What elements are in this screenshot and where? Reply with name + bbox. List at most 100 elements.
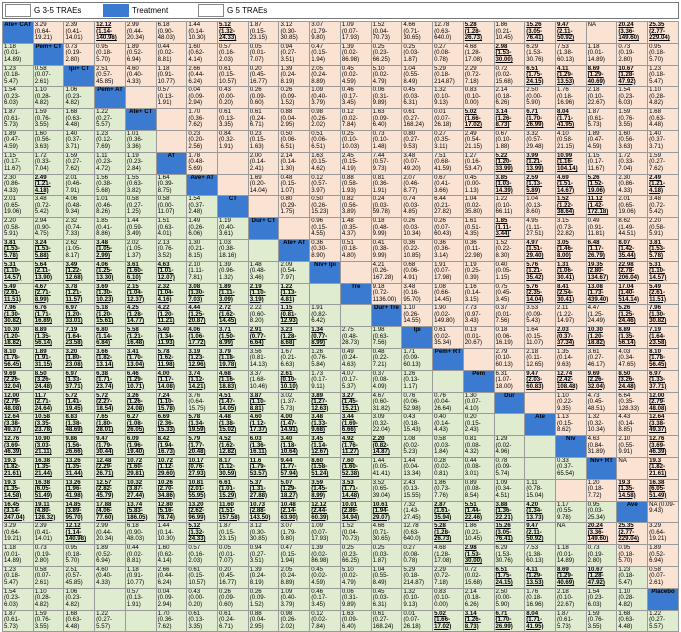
cell-18-18: 1.13 (0.15- 8.62) — [554, 413, 587, 437]
cell-19-9: 3.40 (1.18- 10.64) — [278, 435, 311, 458]
cell-11-11 — [339, 260, 372, 284]
cell-10-13: 0.36 (0.22- 10.85) — [401, 238, 434, 262]
table-row: 3.81 (1.53- 5.78) 3.24 (1.53- 5.88) 2.62 (… — [2, 238, 679, 262]
cell-13-7: 2.72 (1.62- 14.45) — [217, 304, 249, 328]
cell-11-19: 19.35 (2.80- 134.67) — [585, 260, 618, 284]
cell-27-7: 0.61 (0.24- 6.71) — [217, 609, 249, 632]
cell-1-5: 0.44 (0.02- 8.81) — [155, 42, 188, 66]
cell-14-14: 0.61 (0.02- 35.34) — [432, 326, 464, 349]
cell-17-20: 6.64 (0.35- 128.33) — [616, 391, 649, 415]
cell-18-11: 3.44 (1.69- 6.66) — [339, 413, 372, 437]
cell-14-8: 2.91 (0.77- 6.64) — [247, 326, 280, 349]
cell-25-19: 10.67 (1.28- 47.92) — [585, 565, 618, 589]
cell-20-1: 16.38 (1.35- 21.44) — [32, 456, 65, 480]
cell-23-21: 3.29 (0.64- 19.21) — [647, 522, 679, 546]
cell-2-20: 10.67 (1.28- 47.92) — [616, 64, 649, 88]
cell-9-13: 0.26 (0.03- 10.34) — [401, 217, 434, 240]
cell-1-8: 0.05 (0.01- 7.07) — [247, 42, 280, 66]
cell-4-5 — [155, 108, 188, 131]
cell-6-9: 2.14 (0.14- 1.30) — [278, 151, 311, 175]
cell-8-17: 1.04 (0.13- 8.60) — [524, 195, 556, 219]
cell-1-6: 1.60 (0.62- 4.14) — [186, 42, 219, 66]
cell-11-9: 2.09 (0.54- 7.97) — [278, 260, 311, 284]
cell-23-0: 3.29 (0.64- 19.21) — [2, 522, 34, 546]
cell-2-13: 1.04 (0.55- 8.49) — [401, 64, 434, 88]
cell-23-18: NA — [554, 522, 587, 546]
cell-8-19: 11.12 (1.42- 172.18) — [585, 195, 618, 219]
cell-26-0: 1.54 (0.23- 6.03) — [2, 587, 34, 611]
treatment-label-15: Pem — [462, 369, 495, 393]
cell-23-6: 5.12 (1.32- 24.33) — [186, 522, 219, 546]
cell-4-8: 0.61 (0.24- 6.71) — [247, 108, 280, 131]
cell-11-17: 5.76 (1.21- 35.42) — [524, 260, 556, 284]
cell-3-0: 1.54 (0.23- 6.03) — [2, 86, 34, 110]
cell-20-18: 0.33 (0.37- 65.54) — [554, 456, 587, 480]
cell-7-15: 0.45 (0.00- 1.13) — [462, 173, 495, 197]
cell-5-6: 0.23 (0.20- 2.56) — [186, 129, 219, 153]
cell-17-11: 3.27 (1.45- 15.21) — [339, 391, 372, 415]
cell-8-15: 1.04 (0.02- 35.80) — [462, 195, 495, 219]
cell-26-16: 2.50 (0.00- 5.90) — [493, 587, 526, 611]
treatment-label-5: AT — [155, 151, 188, 175]
cell-14-10: 1.34 (0.77- 8.99) — [309, 326, 341, 349]
cell-22-12: 10.61 (1.94- 29.07) — [370, 500, 403, 524]
cell-6-6: 1.78 (0.48- 5.69) — [186, 151, 219, 175]
cell-16-10: 1.73 (0.17- 9.11) — [309, 369, 341, 393]
cell-21-11: 3.53 (1.71- 14.48) — [339, 478, 372, 502]
cell-25-17: 4.11 (1.29- 13.53) — [524, 565, 556, 589]
cell-24-6: 0.57 (0.16- 2.03) — [186, 544, 219, 567]
cell-24-1: 0.73 (0.19- 2.80) — [32, 544, 65, 567]
cell-6-7 — [217, 151, 249, 175]
cell-23-4: 6.18 (0.90- 48.03) — [124, 522, 157, 546]
cell-9-19: 0.49 (0.91- 11.81) — [585, 217, 618, 240]
cell-0-1: 3.29 (0.64- 19.21) — [32, 21, 65, 44]
cell-22-13: 7.32 (1.43- 27.45) — [401, 500, 434, 524]
cell-7-21: 2.49 (1.21- 4.18) — [647, 173, 679, 197]
cell-24-16: 6.29 (1.53- 30.76) — [493, 544, 526, 567]
cell-20-3: 12.48 (2.29- 26.71) — [94, 456, 126, 480]
treatment-label-13: Ipi — [401, 326, 434, 349]
cell-15-8: 3.56 (0.81- 14.13) — [247, 347, 280, 371]
cell-7-17: 2.59 (1.13- 5.89) — [524, 173, 556, 197]
cell-22-21: NA (0.09- 9.43) — [647, 500, 679, 524]
cell-21-10: 3.59 (1.45- 8.99) — [309, 478, 341, 502]
table-row: 9.69 (2.26- 32.04) 8.50 (3.26- 24.48) 6.97… — [2, 369, 679, 393]
treatment-label-11: Tre — [339, 282, 372, 306]
cell-27-16: 6.71 (1.70- 26.99) — [493, 609, 526, 632]
cell-12-7: 1.89 (1.11- 3.09) — [217, 282, 249, 306]
cell-23-1: 2.39 (0.41- 14.01) — [32, 522, 65, 546]
cell-10-15: 0.36 (0.11- 22.98) — [462, 238, 495, 262]
cell-16-7: 4.68 (1.16- 18.83) — [217, 369, 249, 393]
cell-20-20: NA — [616, 456, 649, 480]
cell-5-9: 0.50 (0.06- 6.51) — [278, 129, 311, 153]
cell-21-13: 2.43 (0.13- 15.55) — [401, 478, 434, 502]
table-row: 16.45 (3.14- 247.04) 19.11 (4.80- 128.32)… — [2, 500, 679, 524]
cell-4-17: 6.71 (1.70- 26.99) — [524, 108, 556, 131]
cell-18-6: 5.78 (1.34- 19.59) — [186, 413, 219, 437]
cell-26-7: 0.26 (0.09- 0.60) — [217, 587, 249, 611]
cell-1-4: 1.89 (0.52- 6.94) — [124, 42, 157, 66]
cell-14-17: 1.64 (0.15- 11.07) — [524, 326, 556, 349]
cell-21-2: 13.26 (1.96- 41.98) — [63, 478, 96, 502]
cell-2-14: 5.29 (0.18- 214.87) — [432, 64, 464, 88]
cell-8-13: 0.74 (0.03- 4.85) — [401, 195, 434, 219]
cell-6-0: 1.15 (0.17- 11.67) — [2, 151, 34, 175]
cell-20-15: 0.44 (0.08- 3.01) — [462, 456, 495, 480]
cell-9-15: 1.61 (0.51- 4.35) — [462, 217, 495, 240]
cell-12-12: 9.18 (0.72- 1136.00) — [370, 282, 403, 306]
cell-0-4: 2.99 (0.44- 20.34) — [124, 21, 157, 44]
cell-19-16: 1.29 (0.02- 4.96) — [493, 435, 526, 458]
cell-11-6: 2.10 (1.11- 7.81) — [186, 260, 219, 284]
cell-8-3: 1.01 (0.46- 8.26) — [94, 195, 126, 219]
cell-6-1: 1.72 (0.33- 7.04) — [32, 151, 65, 175]
cell-6-18: 10.99 (1.16- 104.14) — [554, 151, 587, 175]
cell-17-5: 7.24 (1.10- 15.78) — [155, 391, 188, 415]
cell-5-5 — [155, 129, 188, 153]
cell-18-3: 7.65 (1.80- 28.01) — [94, 413, 126, 437]
cell-1-19: 1.18 (0.01- 14.89) — [585, 42, 618, 66]
cell-4-2: 1.68 (0.63- 4.48) — [63, 108, 96, 131]
cell-4-19: 1.87 (0.61- 5.73) — [585, 108, 618, 131]
cell-18-0: 12.64 (3.38- 49.37) — [2, 413, 34, 437]
cell-13-2: 6.97 (1.20- 33.01) — [63, 304, 96, 328]
cell-6-2: 1.59 (0.27- 7.62) — [63, 151, 96, 175]
